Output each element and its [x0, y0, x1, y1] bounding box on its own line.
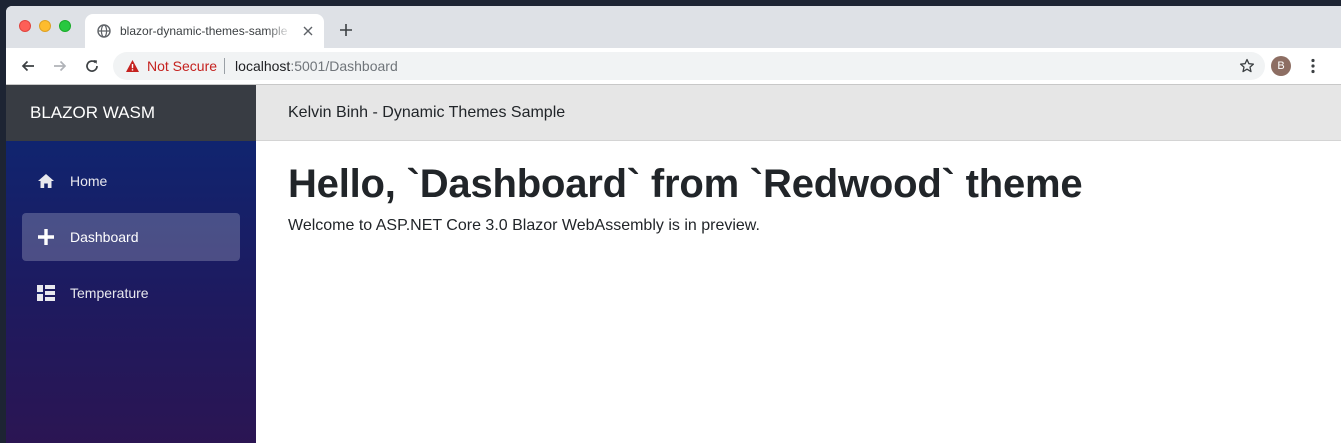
- more-menu-icon[interactable]: [1305, 57, 1321, 75]
- url-path: :5001/Dashboard: [290, 58, 398, 74]
- top-row: Kelvin Binh - Dynamic Themes Sample: [256, 85, 1341, 141]
- main-area: Kelvin Binh - Dynamic Themes Sample Hell…: [256, 85, 1341, 443]
- url-text[interactable]: localhost:5001/Dashboard: [235, 58, 398, 74]
- globe-icon: [97, 24, 111, 38]
- sidebar-item-label: Dashboard: [70, 229, 139, 245]
- tab-title: blazor-dynamic-themes-sample: [120, 24, 288, 38]
- close-tab-icon[interactable]: [301, 24, 315, 38]
- minimize-window-button[interactable]: [39, 20, 51, 32]
- close-window-button[interactable]: [19, 20, 31, 32]
- browser-window: blazor-dynamic-themes-sample Not Secure …: [6, 6, 1341, 443]
- sidebar-item-label: Temperature: [70, 285, 149, 301]
- reload-button[interactable]: [83, 57, 101, 75]
- sidebar-item-dashboard[interactable]: Dashboard: [22, 213, 240, 261]
- sidebar-item-temperature[interactable]: Temperature: [22, 269, 240, 317]
- back-button[interactable]: [19, 57, 37, 75]
- plus-icon: [36, 227, 56, 247]
- bookmark-star-icon[interactable]: [1239, 58, 1255, 74]
- address-separator: [224, 58, 226, 74]
- view-quilt-icon: [36, 283, 56, 303]
- app-root: BLAZOR WASM Home Dashboard Temperature K…: [6, 85, 1341, 443]
- maximize-window-button[interactable]: [59, 20, 71, 32]
- sidebar-item-home[interactable]: Home: [22, 157, 240, 205]
- brand-title[interactable]: BLAZOR WASM: [6, 85, 256, 141]
- page-heading: Hello, `Dashboard` from `Redwood` theme: [288, 162, 1083, 206]
- url-host: localhost: [235, 58, 291, 74]
- warning-icon[interactable]: [125, 59, 140, 73]
- sidebar-item-label: Home: [70, 173, 108, 189]
- page-content: Hello, `Dashboard` from `Redwood` theme …: [256, 141, 1341, 255]
- arrow-left-icon: [21, 60, 34, 72]
- welcome-text: Welcome to ASP.NET Core 3.0 Blazor WebAs…: [288, 217, 760, 234]
- not-secure-label[interactable]: Not Secure: [147, 58, 217, 74]
- tab-strip: blazor-dynamic-themes-sample: [6, 6, 1341, 48]
- arrow-right-icon: [54, 60, 67, 72]
- address-bar[interactable]: Not Secure localhost:5001/Dashboard: [113, 52, 1265, 80]
- new-tab-button[interactable]: [336, 20, 356, 40]
- profile-avatar[interactable]: B: [1271, 56, 1291, 76]
- home-icon: [36, 171, 56, 191]
- browser-tab[interactable]: blazor-dynamic-themes-sample: [85, 14, 324, 48]
- browser-toolbar: Not Secure localhost:5001/Dashboard B: [6, 48, 1341, 85]
- top-row-title: Kelvin Binh - Dynamic Themes Sample: [288, 103, 566, 121]
- forward-button[interactable]: [51, 57, 69, 75]
- reload-icon: [86, 60, 98, 72]
- sidebar-nav: Home Dashboard Temperature: [6, 141, 256, 317]
- sidebar: BLAZOR WASM Home Dashboard Temperature: [6, 85, 256, 443]
